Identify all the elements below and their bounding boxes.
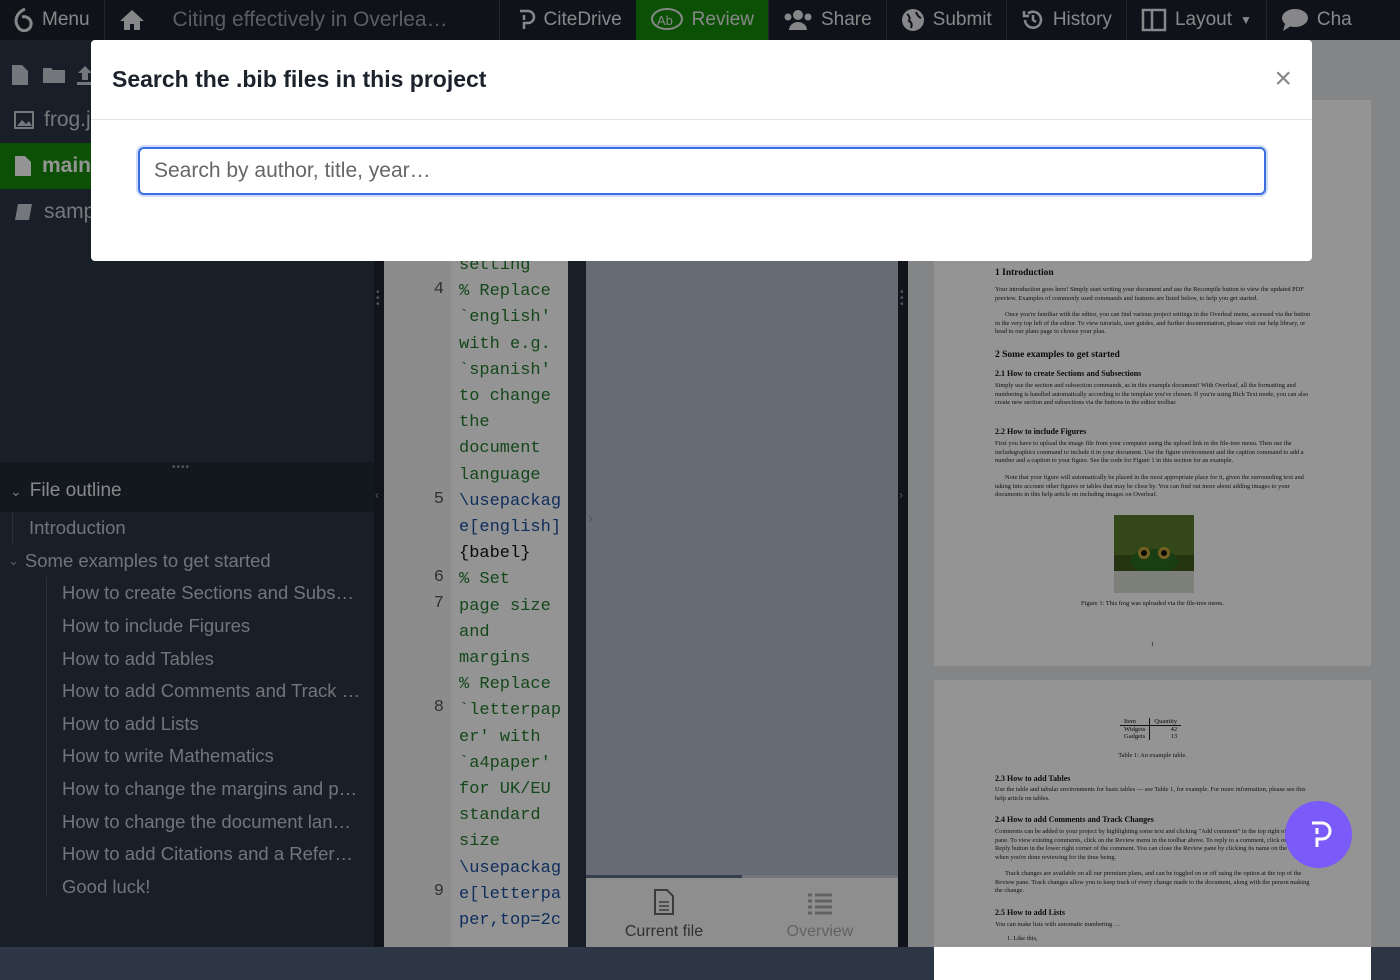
citedrive-floating-button[interactable] <box>1285 801 1352 868</box>
bib-search-input[interactable] <box>138 147 1266 195</box>
citedrive-logo-icon <box>1311 821 1331 847</box>
modal-backdrop[interactable]: Search the .bib files in this project × <box>0 0 1400 947</box>
dialog-title: Search the .bib files in this project <box>91 40 1312 120</box>
bib-search-dialog: Search the .bib files in this project × <box>91 40 1312 261</box>
close-icon[interactable]: × <box>1274 62 1292 96</box>
